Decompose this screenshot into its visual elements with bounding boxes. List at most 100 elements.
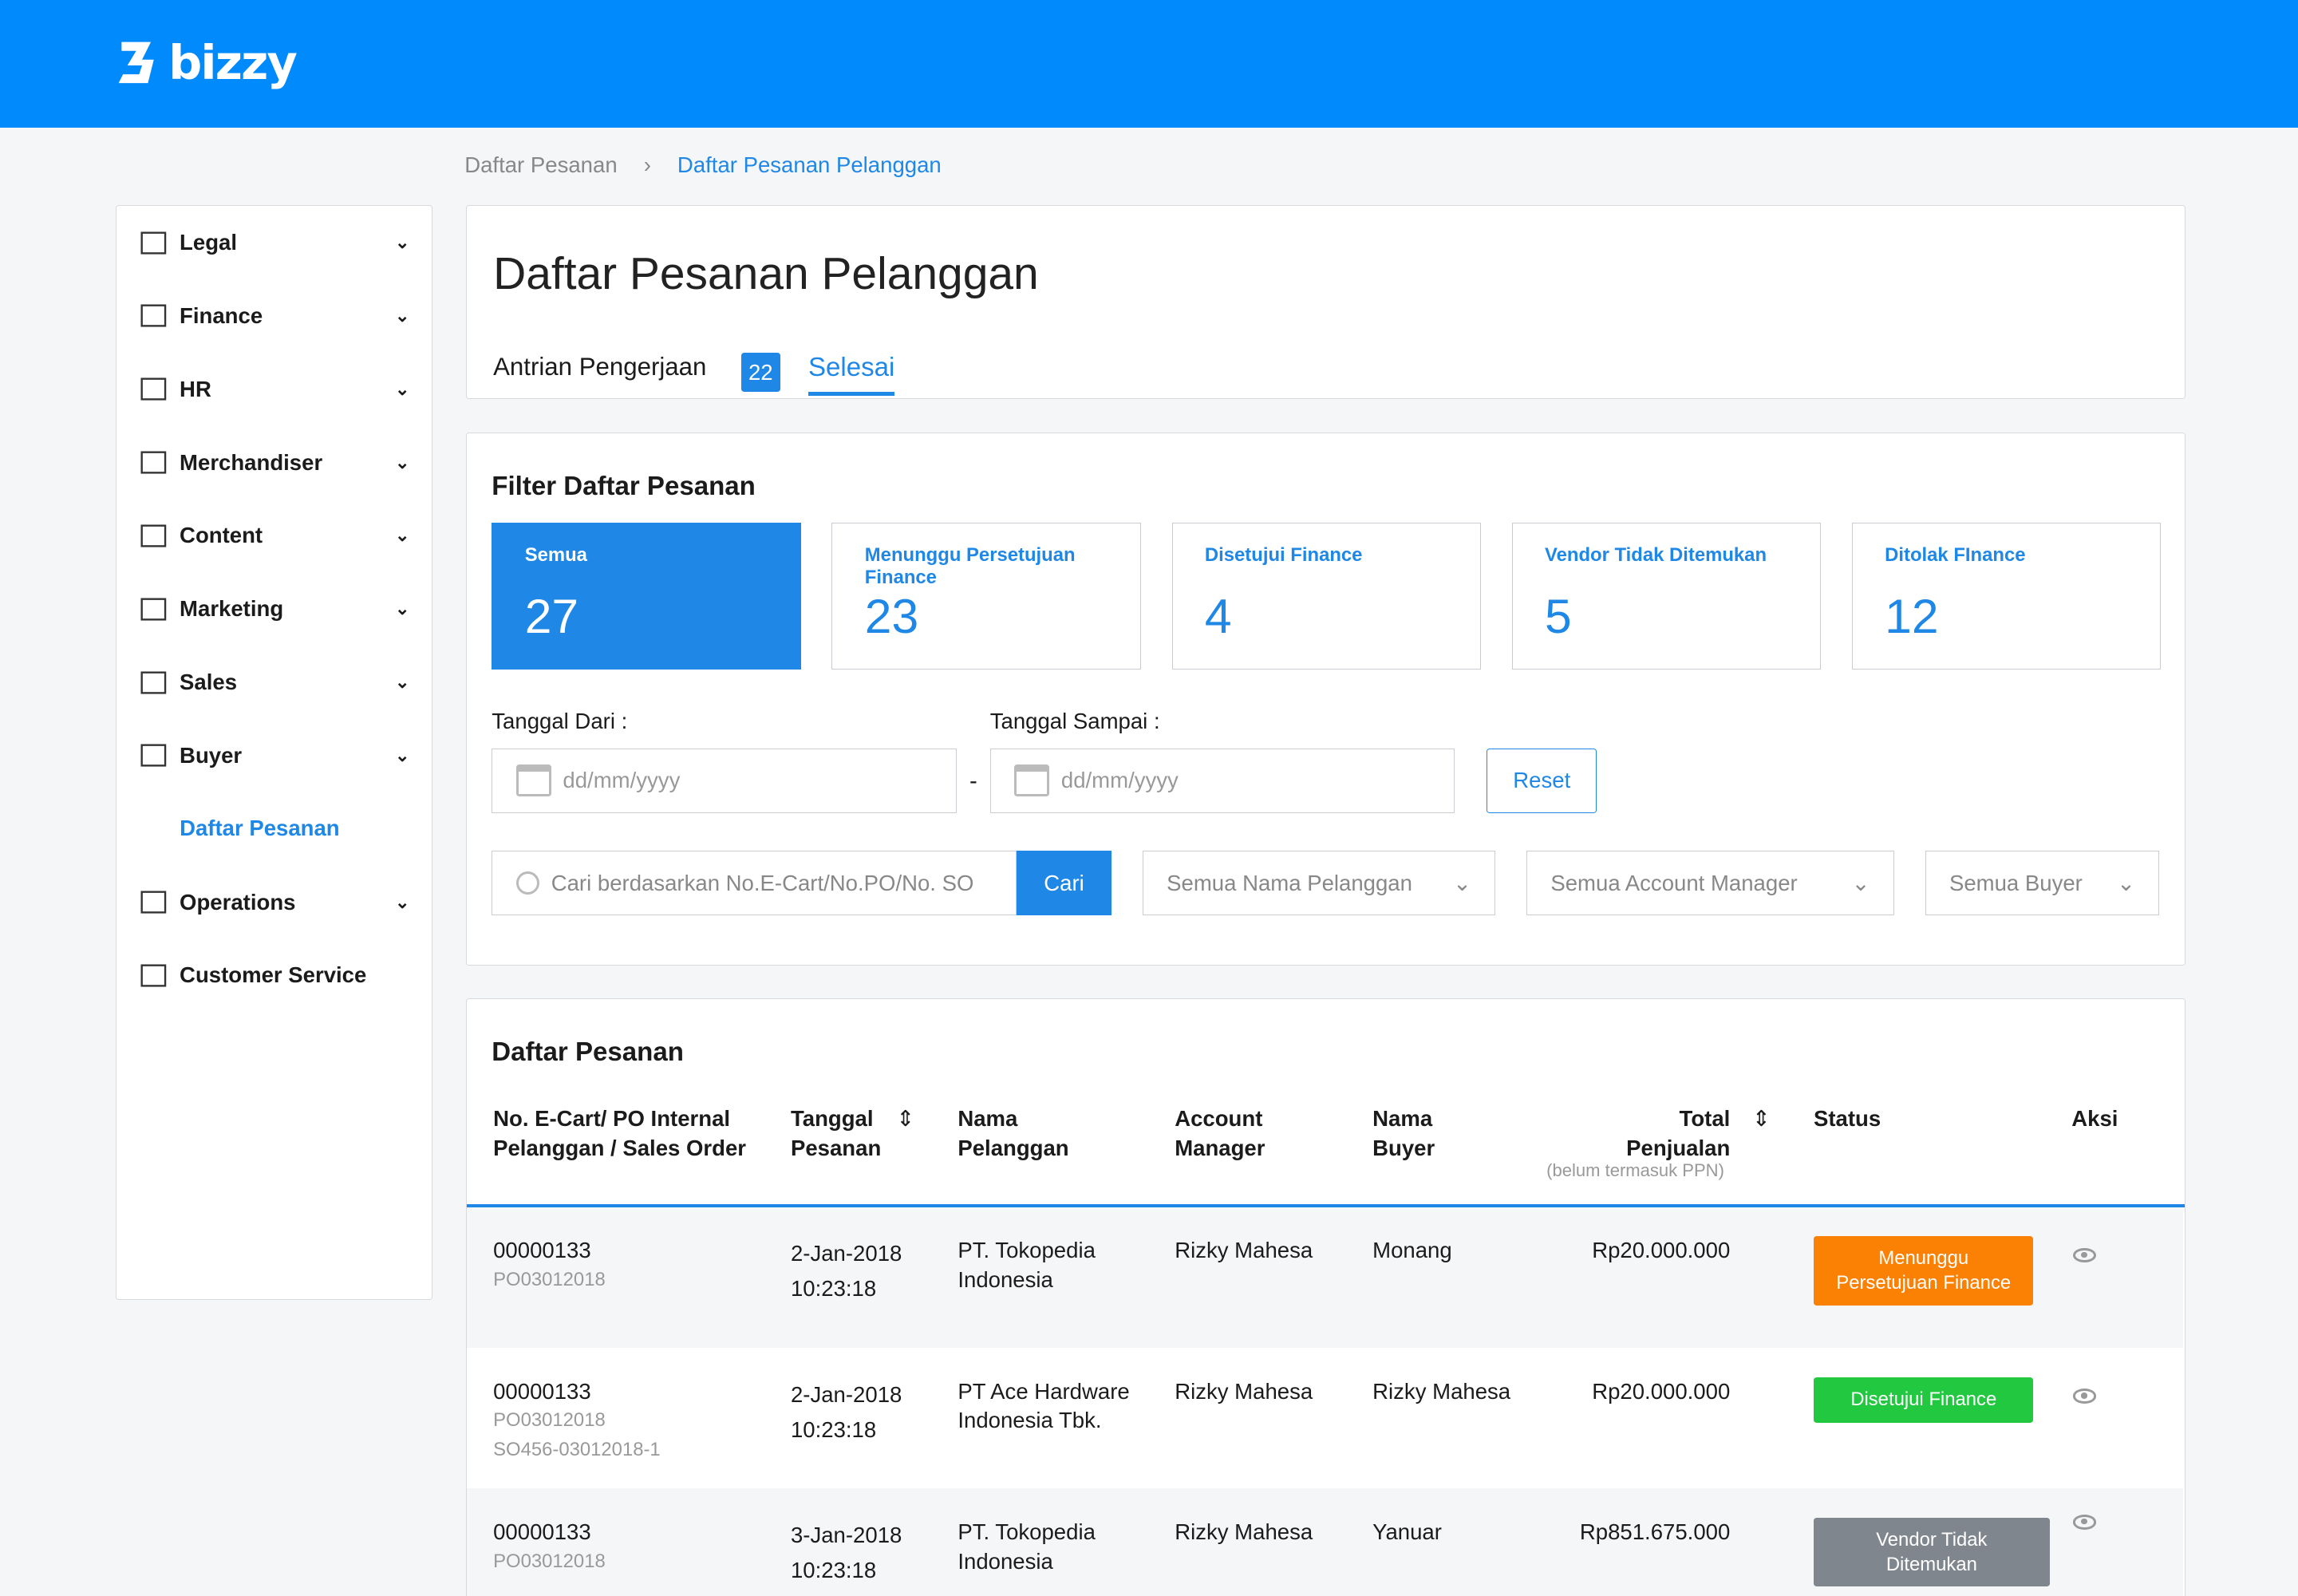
clipboard-icon (139, 449, 168, 476)
order-number: 00000133 (493, 1238, 591, 1263)
stat-label: Disetujui Finance (1204, 543, 1363, 566)
search-input[interactable]: Cari berdasarkan No.E-Cart/No.PO/No. SO (492, 851, 1017, 916)
date-cell: 3-Jan-2018 10:23:18 (791, 1518, 902, 1588)
buyer-cell: Yanuar (1372, 1519, 1442, 1544)
date-from-input[interactable]: dd/mm/yyyy (492, 748, 957, 813)
money-icon (139, 302, 168, 329)
bar-chart-icon (139, 670, 168, 696)
chart-icon (139, 596, 168, 622)
stat-card[interactable]: Semua 27 (492, 522, 801, 670)
sidebar-item-marketing[interactable]: Marketing ⌄ (139, 596, 409, 622)
breadcrumb: Daftar Pesanan › Daftar Pesanan Pelangga… (464, 152, 942, 178)
sidebar-item-finance[interactable]: Finance ⌄ (139, 302, 409, 329)
buyer-cell: Monang (1372, 1238, 1452, 1263)
table-row: 00000133 PO03012018 SO456-03012018-1 2-Jan… (467, 1347, 2183, 1489)
order-cell: 00000133 PO03012018 (493, 1236, 606, 1294)
stat-label: Menunggu Persetujuan Finance (864, 543, 1076, 588)
stat-card[interactable]: Vendor Tidak Ditemukan 5 (1511, 522, 1822, 670)
total-cell: Rp851.675.000 (1579, 1519, 1731, 1544)
stat-card[interactable]: Ditolak FInance 12 (1851, 522, 2162, 670)
col-buyer: Nama Buyer (1372, 1106, 1435, 1160)
chevron-down-icon[interactable]: ⌄ (395, 745, 409, 766)
page-title: Daftar Pesanan Pelanggan (493, 247, 1039, 299)
date-to-input[interactable]: dd/mm/yyyy (989, 748, 1455, 813)
document-icon (139, 889, 168, 915)
sidebar-item-merchandiser[interactable]: Merchandiser ⌄ (139, 449, 409, 476)
sidebar-item-daftar-pesanan[interactable]: Daftar Pesanan (180, 816, 451, 841)
sidebar-item-hr[interactable]: HR ⌄ (139, 376, 409, 402)
eye-icon[interactable] (2073, 1248, 2097, 1263)
stat-value: 27 (524, 588, 579, 643)
search-button[interactable]: Cari (1016, 851, 1112, 916)
status-badge: Menunggu Persetujuan Finance (1813, 1236, 2034, 1306)
breadcrumb-link[interactable]: Daftar Pesanan (464, 152, 617, 178)
po-number: PO03012018 (493, 1409, 606, 1432)
eye-icon[interactable] (2073, 1515, 2097, 1530)
top-bar: bizzy (0, 0, 2298, 128)
po-number: PO03012018 (493, 1550, 606, 1572)
date-separator: - (969, 767, 977, 794)
sidebar-item-operations[interactable]: Operations ⌄ (139, 889, 409, 915)
stat-label: Semua (524, 543, 587, 566)
stat-value: 4 (1204, 588, 1232, 643)
sort-icon[interactable]: ⇕ (1752, 1104, 1771, 1134)
sidebar-item-customer-service[interactable]: Customer Service (139, 962, 410, 989)
filter-card: Filter Daftar Pesanan Semua 27 Menunggu Pe… (466, 432, 2185, 966)
order-cell: 00000133 PO03012018 SO456-03012018-1 (493, 1377, 661, 1465)
col-total[interactable]: Total Penjualan (1610, 1104, 1730, 1163)
chevron-down-icon: ⌄ (1851, 870, 1870, 895)
reset-button[interactable]: Reset (1487, 748, 1597, 813)
stat-card[interactable]: Menunggu Persetujuan Finance 23 (831, 522, 1141, 670)
chevron-right-icon: › (643, 152, 651, 178)
status-badge: Vendor Tidak Ditemukan (1813, 1517, 2050, 1587)
account-manager-select[interactable]: Semua Account Manager ⌄ (1526, 851, 1894, 916)
col-customer: Nama Pelanggan (958, 1106, 1069, 1160)
stat-value: 23 (864, 588, 919, 643)
sidebar: Legal ⌄ Finance ⌄ HR ⌄ Merchandiser ⌄ Content ⌄ Ma… (116, 205, 432, 1301)
tab-antrian-pengerjaan[interactable]: Antrian Pengerjaan (493, 353, 706, 381)
col-date[interactable]: Tanggal Pesanan (791, 1104, 894, 1163)
stat-label: Vendor Tidak Ditemukan (1545, 543, 1767, 566)
tab-selesai[interactable]: Selesai (808, 353, 895, 396)
eye-icon[interactable] (2073, 1389, 2097, 1404)
order-number: 00000133 (493, 1378, 591, 1404)
sort-icon[interactable]: ⇕ (896, 1104, 914, 1134)
date-cell: 2-Jan-2018 10:23:18 (791, 1236, 902, 1306)
col-order: No. E-Cart/ PO Internal Pelanggan / Sale… (493, 1106, 747, 1160)
stat-card[interactable]: Disetujui Finance 4 (1171, 522, 1482, 670)
chevron-down-icon[interactable]: ⌄ (395, 306, 409, 326)
app: bizzy Daftar Pesanan › Daftar Pesanan Pe… (0, 0, 2298, 1596)
chevron-down-icon[interactable]: ⌄ (395, 672, 409, 693)
buyer-select[interactable]: Semua Buyer ⌄ (1925, 851, 2160, 916)
count-badge: 22 (740, 352, 781, 393)
sidebar-item-sales[interactable]: Sales ⌄ (139, 670, 409, 696)
filter-title: Filter Daftar Pesanan (492, 471, 756, 501)
date-from-label: Tanggal Dari : (492, 709, 628, 734)
customer-cell: PT. Tokopedia Indonesia (958, 1238, 1096, 1293)
orders-table-card: Daftar Pesanan No. E-Cart/ PO Internal P… (466, 998, 2185, 1596)
customer-select[interactable]: Semua Nama Pelanggan ⌄ (1142, 851, 1496, 916)
date-to-label: Tanggal Sampai : (989, 709, 1160, 734)
page-header-card: Daftar Pesanan Pelanggan Antrian Pengerj… (466, 205, 2185, 399)
order-date: 2-Jan-2018 (790, 1381, 902, 1407)
total-cell: Rp20.000.000 (1592, 1378, 1731, 1404)
account-manager-cell: Rizky Mahesa (1175, 1378, 1313, 1404)
sidebar-item-buyer[interactable]: Buyer ⌄ (139, 742, 409, 768)
status-badge: Disetujui Finance (1813, 1377, 2034, 1423)
sidebar-item-content[interactable]: Content ⌄ (139, 523, 409, 549)
chevron-down-icon[interactable]: ⌄ (395, 892, 409, 913)
total-note: (belum termasuk PPN) (1546, 1159, 1724, 1180)
chevron-down-icon[interactable]: ⌄ (395, 598, 409, 619)
date-cell: 2-Jan-2018 10:23:18 (791, 1377, 902, 1448)
calendar-icon (515, 764, 551, 797)
table-title: Daftar Pesanan (492, 1037, 684, 1067)
bizzy-logo[interactable]: bizzy (116, 35, 298, 90)
chevron-down-icon[interactable]: ⌄ (395, 452, 409, 473)
chevron-down-icon[interactable]: ⌄ (395, 379, 409, 400)
chevron-down-icon[interactable]: ⌄ (395, 232, 409, 253)
customer-cell: PT. Tokopedia Indonesia (958, 1519, 1096, 1574)
chevron-down-icon[interactable]: ⌄ (395, 525, 409, 546)
newspaper-icon (139, 523, 168, 549)
sidebar-item-legal[interactable]: Legal ⌄ (139, 230, 409, 256)
calendar-icon (1014, 764, 1050, 797)
